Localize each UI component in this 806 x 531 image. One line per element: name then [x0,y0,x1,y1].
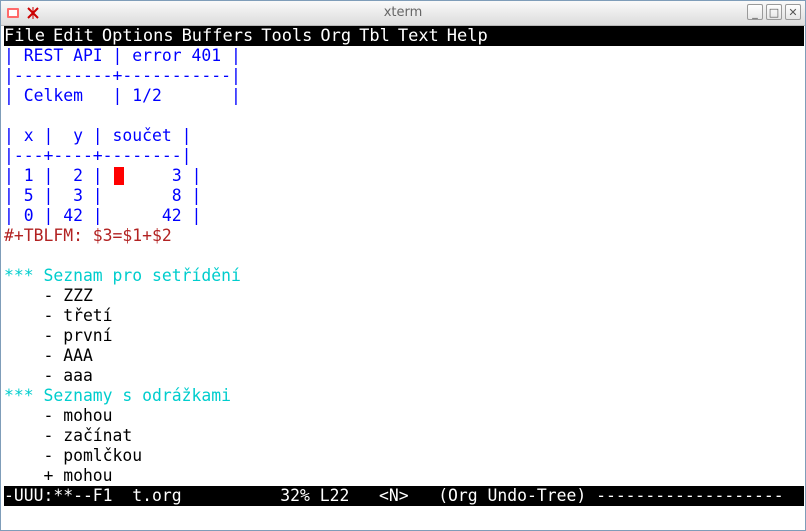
close-button[interactable]: ✕ [785,4,801,20]
menu-buffers[interactable]: Buffers [182,26,254,46]
table2-row2: | 5 | 3 | 8 | [4,186,202,205]
menu-file[interactable]: File [4,26,45,46]
table2-row1-left: | 1 | 2 | [4,166,113,185]
list-item: - začínat [4,426,133,445]
table2-row1-right: 3 | [122,166,202,185]
menu-options[interactable]: Options [102,26,174,46]
tblfm-formula: #+TBLFM: $3=$1+$2 [4,226,172,245]
list-item: - třetí [4,306,113,325]
emacs-mode-line: -UUU:**--F1 t.org 32% L22 <N> (Org Undo-… [4,486,804,506]
table2-header: | x | y | součet | [4,126,192,145]
menu-help[interactable]: Help [447,26,488,46]
list-item: - pomlčkou [4,446,143,465]
list-item: - AAA [4,346,93,365]
table1-row2: | Celkem | 1/2 | [4,86,241,105]
emacs-menu-bar: File Edit Options Buffers Tools Org Tbl Text Hel… [4,26,804,46]
menu-edit[interactable]: Edit [53,26,94,46]
title-bar[interactable]: xterm _ □ ✕ [1,1,805,26]
text-cursor [114,167,124,185]
list-item: + mohou [4,466,113,485]
terminal-area[interactable]: File Edit Options Buffers Tools Org Tbl Text Hel… [4,26,804,506]
org-heading-bullet-lists: *** Seznamy s odrážkami [4,386,231,405]
menu-tools[interactable]: Tools [261,26,312,46]
menu-text[interactable]: Text [398,26,439,46]
maximize-button[interactable]: □ [766,4,782,20]
table1-row1: | REST API | error 401 | [4,46,241,65]
list-item: - aaa [4,366,93,385]
table2-separator: |---+----+--------| [4,146,192,165]
list-item: - první [4,326,113,345]
xterm-window: xterm _ □ ✕ File Edit Options Buffers Tools O… [0,0,806,531]
menu-tbl[interactable]: Tbl [359,26,390,46]
list-item: - mohou [4,406,113,425]
org-heading-sort-list: *** Seznam pro setřídění [4,266,241,285]
window-title: xterm [383,5,423,20]
table2-row1: | 1 | 2 | 3 | [4,166,202,186]
table1-separator: |----------+-----------| [4,66,241,85]
menu-org[interactable]: Org [320,26,351,46]
list-item: - ZZZ [4,286,93,305]
minimize-button[interactable]: _ [747,4,763,20]
table2-row3: | 0 | 42 | 42 | [4,206,202,225]
